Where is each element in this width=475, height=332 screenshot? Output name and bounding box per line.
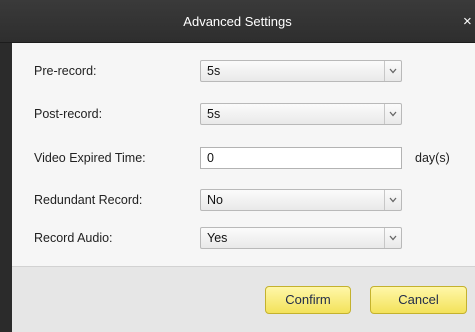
chevron-down-icon[interactable] (384, 228, 401, 248)
record-audio-select[interactable]: Yes (200, 227, 402, 249)
dialog-title: Advanced Settings (183, 14, 292, 29)
dialog-footer: Confirm Cancel (12, 266, 475, 332)
dialog-titlebar: Advanced Settings × (0, 0, 475, 43)
close-icon[interactable]: × (463, 0, 475, 43)
video-expired-time-unit: day(s) (415, 151, 450, 165)
video-expired-time-label: Video Expired Time: (34, 151, 146, 165)
record-audio-value: Yes (207, 231, 228, 245)
cancel-button[interactable]: Cancel (370, 286, 467, 314)
post-record-select[interactable]: 5s (200, 103, 402, 125)
chevron-down-icon[interactable] (384, 190, 401, 210)
redundant-record-label: Redundant Record: (34, 193, 143, 207)
record-audio-label: Record Audio: (34, 231, 113, 245)
redundant-record-value: No (207, 193, 223, 207)
video-expired-time-input[interactable] (200, 147, 402, 169)
pre-record-select[interactable]: 5s (200, 60, 402, 82)
post-record-value: 5s (207, 107, 221, 121)
pre-record-label: Pre-record: (34, 64, 97, 78)
post-record-label: Post-record: (34, 107, 103, 121)
chevron-down-icon[interactable] (384, 104, 401, 124)
chevron-down-icon[interactable] (384, 61, 401, 81)
settings-panel: Pre-record: 5s Post-record: 5s Video Exp… (12, 43, 475, 266)
redundant-record-select[interactable]: No (200, 189, 402, 211)
confirm-button[interactable]: Confirm (265, 286, 351, 314)
pre-record-value: 5s (207, 64, 221, 78)
